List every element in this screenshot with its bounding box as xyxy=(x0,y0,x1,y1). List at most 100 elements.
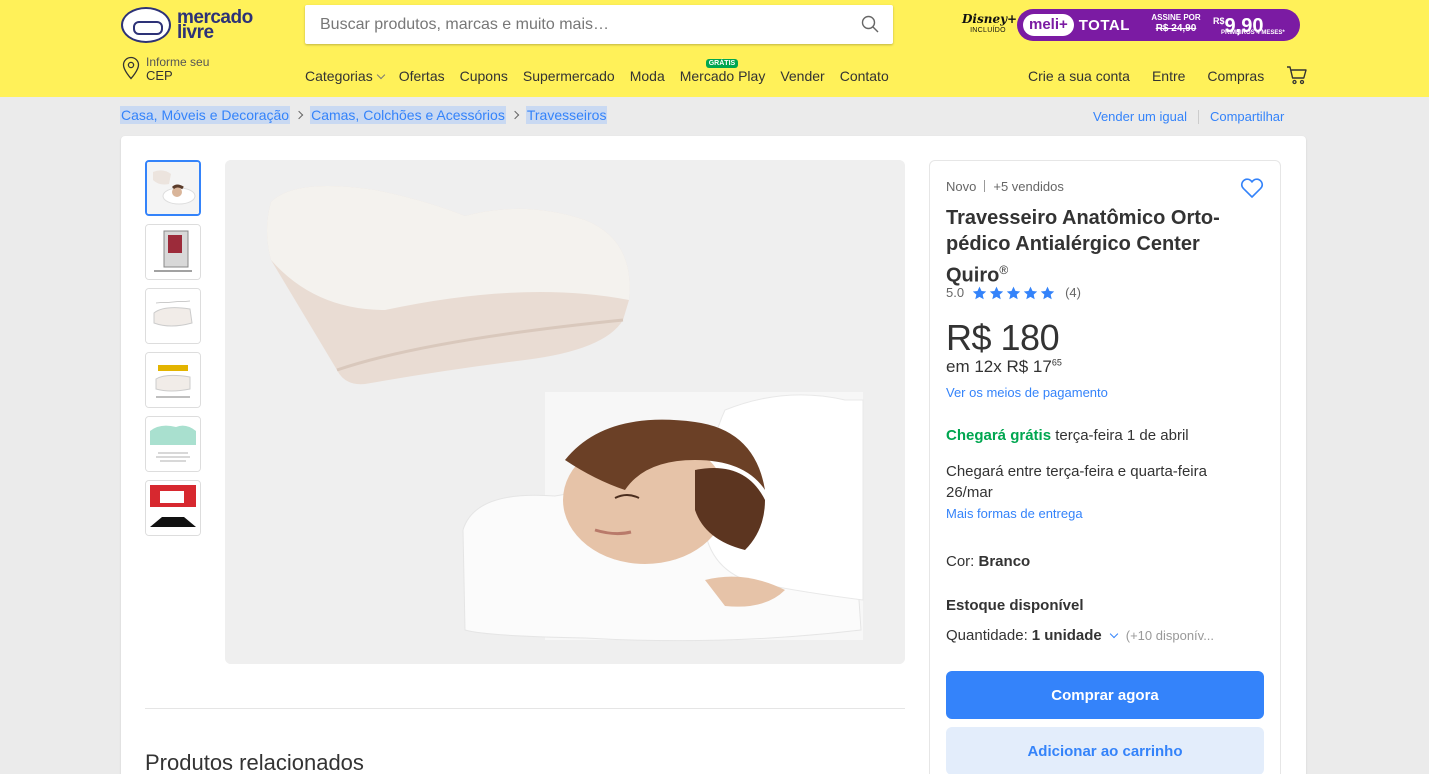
condition-sold: Novo +5 vendidos xyxy=(946,179,1064,194)
handshake-icon xyxy=(121,7,171,43)
star-icon xyxy=(972,286,987,299)
buy-box: Novo +5 vendidos Travesseiro Anatômico Or… xyxy=(929,160,1281,774)
star-icon xyxy=(989,286,1004,299)
condition-label: Novo xyxy=(946,179,977,194)
search-icon[interactable] xyxy=(861,15,879,33)
main-product-image[interactable] xyxy=(225,160,905,664)
product-title-text: Travesseiro Anatômico Orto-pédico Antial… xyxy=(946,207,1220,287)
nav-cupons[interactable]: Cupons xyxy=(460,68,508,84)
meli-currency: R$ xyxy=(1213,16,1225,26)
nav-supermercado[interactable]: Supermercado xyxy=(523,68,615,84)
create-account-link[interactable]: Crie a sua conta xyxy=(1028,68,1130,84)
thumbnail-5[interactable] xyxy=(145,416,201,472)
pillow-woman-thumb-image xyxy=(147,162,199,214)
nav-vender[interactable]: Vender xyxy=(780,68,824,84)
sold-count: +5 vendidos xyxy=(993,179,1064,194)
pillow-product-photo xyxy=(225,160,905,664)
chevron-right-icon xyxy=(294,110,304,120)
meli-plus-banner[interactable]: meli+ TOTAL ASSINE POR R$ 24,90 R$9,90 P… xyxy=(1017,9,1300,41)
ship-date: terça-feira 1 de abril xyxy=(1051,427,1189,444)
quantity-available: (+10 disponív... xyxy=(1125,628,1215,643)
breadcrumb-item-travesseiros[interactable]: Travesseiros xyxy=(525,106,608,124)
meli-old-price: R$ 24,90 xyxy=(1155,23,1197,34)
meli-total-text: TOTAL xyxy=(1078,16,1130,34)
account-nav: Crie a sua conta Entre Compras xyxy=(1028,65,1308,85)
disney-plus-badge[interactable]: Disney+ INCLUÍDO xyxy=(962,12,1018,42)
meli-assine: ASSINE POR R$ 24,90 xyxy=(1143,13,1209,35)
thumbnail-2[interactable] xyxy=(145,224,201,280)
buy-now-button[interactable]: Comprar agora xyxy=(946,671,1264,719)
price: R$ 180 xyxy=(946,317,1060,358)
review-count: (4) xyxy=(1065,285,1081,300)
promo-pillow-thumb-image xyxy=(146,481,200,535)
search-bar xyxy=(305,5,1152,44)
vender-igual-link[interactable]: Vender um igual xyxy=(1093,109,1187,124)
gratis-badge: GRÁTIS xyxy=(705,59,739,68)
installments: em 12x R$ 1765 xyxy=(946,357,1062,377)
breadcrumb-item-camas[interactable]: Camas, Colchões e Acessórios xyxy=(310,106,506,124)
disney-included-text: INCLUÍDO xyxy=(970,27,1006,34)
chevron-down-icon xyxy=(1109,629,1118,639)
product-card: Produtos relacionados Novo +5 vendidos Tr… xyxy=(121,136,1306,774)
shipping-range: Chegará entre terça-feira e quarta-feira… xyxy=(946,463,1207,501)
shipping-free: Chegará grátis terça-feira 1 de abril xyxy=(946,427,1189,444)
pillow-dimensions-thumb-image xyxy=(146,289,200,343)
header: mercado livre Disney+ INCLUÍDO meli+ TOT… xyxy=(0,0,1429,97)
add-to-cart-button[interactable]: Adicionar ao carrinho xyxy=(946,727,1264,774)
packaged-pillow-thumb-image xyxy=(146,225,200,279)
condition-divider xyxy=(984,180,986,192)
foam-pillow-thumb-image xyxy=(146,417,200,471)
cep-label: Informe seu xyxy=(146,55,210,69)
installments-cents: 65 xyxy=(1051,357,1062,368)
breadcrumb-item-casa[interactable]: Casa, Móveis e Decoração xyxy=(120,106,291,124)
nav-mercado-play-label: Mercado Play xyxy=(679,68,766,84)
search-input[interactable] xyxy=(320,14,840,36)
purchases-link[interactable]: Compras xyxy=(1207,68,1264,84)
payment-methods-link[interactable]: Ver os meios de pagamento xyxy=(946,385,1108,400)
quantity-value: 1 unidade xyxy=(1031,627,1102,644)
more-shipping-link[interactable]: Mais formas de entrega xyxy=(946,506,1083,521)
star-icon xyxy=(1006,286,1021,299)
rating[interactable]: 5.0 (4) xyxy=(946,285,1081,300)
thumbnail-list xyxy=(145,160,201,544)
meli-sub: PRIMEIROS 4 MESES* xyxy=(1221,30,1285,36)
top-links: Vender um igual Compartilhar xyxy=(1093,109,1284,124)
meli-assine-label: ASSINE POR xyxy=(1151,13,1201,22)
nav-mercado-play[interactable]: GRÁTIS Mercado Play xyxy=(679,59,766,84)
compartilhar-link[interactable]: Compartilhar xyxy=(1210,109,1284,124)
thumbnail-4[interactable] xyxy=(145,352,201,408)
heart-icon[interactable] xyxy=(1240,177,1264,199)
quantity-label: Quantidade: xyxy=(946,627,1028,644)
stock-label: Estoque disponível xyxy=(946,597,1084,614)
nav-categorias[interactable]: Categorias xyxy=(305,68,384,84)
thumbnail-1[interactable] xyxy=(145,160,201,216)
rating-value: 5.0 xyxy=(946,285,965,300)
cep-selector[interactable]: Informe seu CEP xyxy=(121,55,231,83)
thumbnail-6[interactable] xyxy=(145,480,201,536)
disney-logo-text: Disney+ xyxy=(962,12,1018,26)
nav-contato[interactable]: Contato xyxy=(840,68,889,84)
related-products-title: Produtos relacionados xyxy=(145,750,364,774)
link-divider xyxy=(1197,109,1199,124)
cart-icon[interactable] xyxy=(1286,65,1308,85)
mercado-livre-logo[interactable]: mercado livre xyxy=(121,6,261,44)
nav-moda[interactable]: Moda xyxy=(630,68,665,84)
login-link[interactable]: Entre xyxy=(1152,68,1185,84)
quantity-selector[interactable]: Quantidade: 1 unidade (+10 disponív... xyxy=(946,627,1214,644)
cep-value: CEP xyxy=(146,68,173,83)
thumbnail-3[interactable] xyxy=(145,288,201,344)
breadcrumb: Casa, Móveis e Decoração Camas, Colchões… xyxy=(120,106,608,124)
ship-free-label: Chegará grátis xyxy=(946,427,1052,444)
color-selector: Cor: Branco xyxy=(946,553,1030,570)
nav-ofertas[interactable]: Ofertas xyxy=(399,68,445,84)
color-value: Branco xyxy=(978,553,1031,570)
chevron-right-icon xyxy=(510,110,520,120)
meli-plus-logo: meli+ xyxy=(1023,14,1074,36)
star-icon xyxy=(1040,286,1055,299)
star-icon xyxy=(1023,286,1038,299)
registered-mark: ® xyxy=(999,263,1009,277)
anatomic-label-thumb-image xyxy=(146,353,200,407)
section-divider xyxy=(145,708,905,709)
location-pin-icon xyxy=(122,56,140,80)
color-label: Cor: xyxy=(946,553,975,570)
